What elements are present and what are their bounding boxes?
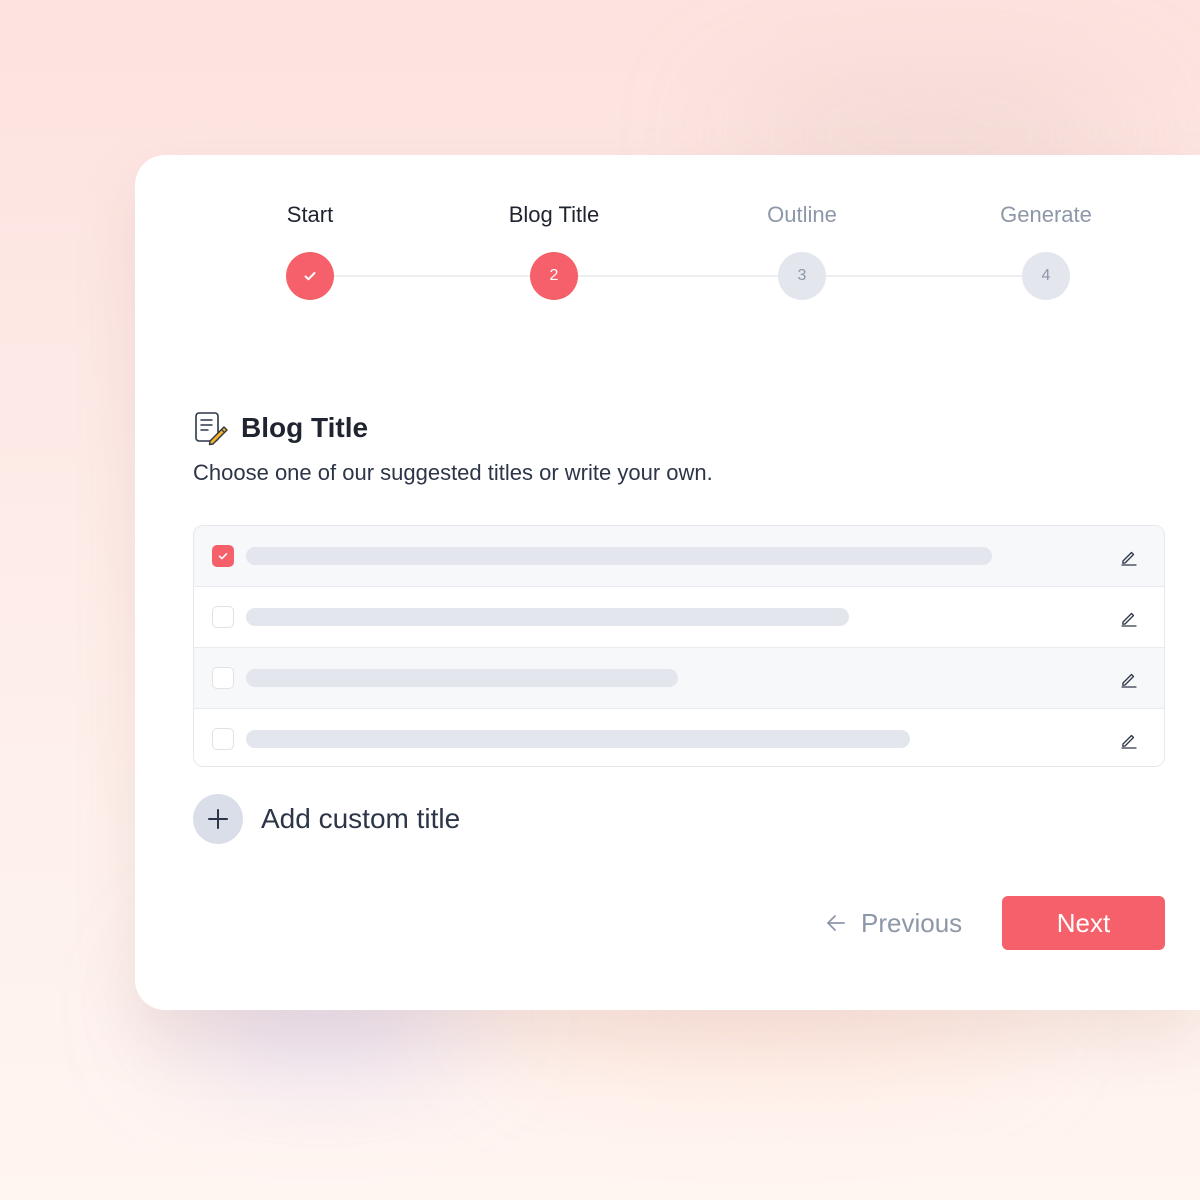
note-pencil-icon xyxy=(195,412,228,446)
edit-title-button[interactable] xyxy=(1118,729,1140,751)
step-label: Outline xyxy=(767,202,837,227)
step-marker: 4 xyxy=(1022,252,1070,300)
step-label: Generate xyxy=(1000,202,1092,227)
section-header: Blog Title xyxy=(193,410,368,446)
pencil-icon xyxy=(1121,673,1137,688)
add-custom-title-label: Add custom title xyxy=(261,803,461,834)
step-marker: 3 xyxy=(778,252,826,300)
title-option-checkbox[interactable] xyxy=(212,667,234,689)
previous-label: Previous xyxy=(861,907,963,938)
plus-icon xyxy=(208,809,228,829)
check-icon xyxy=(304,272,316,281)
edit-title-button[interactable] xyxy=(1118,607,1140,629)
edit-title-button[interactable] xyxy=(1118,546,1140,568)
title-option-checkbox[interactable] xyxy=(212,606,234,628)
title-option-row[interactable] xyxy=(194,587,1164,648)
pencil-icon xyxy=(1121,612,1137,627)
section-title: Blog Title xyxy=(241,412,369,443)
add-custom-title-button[interactable]: Add custom title xyxy=(193,794,460,844)
add-circle xyxy=(193,794,243,844)
stepper-track xyxy=(310,275,1054,277)
wizard-card: Start Blog Title 2 Outline 3 Generate 4 xyxy=(135,155,1200,1010)
title-option-checkbox[interactable] xyxy=(212,545,234,567)
title-placeholder-bar xyxy=(246,669,678,687)
step-marker xyxy=(286,252,334,300)
title-placeholder-bar xyxy=(246,547,992,565)
step-marker: 2 xyxy=(530,252,578,300)
progress-stepper: Start Blog Title 2 Outline 3 Generate 4 xyxy=(135,155,1200,305)
title-placeholder-bar xyxy=(246,608,849,626)
previous-button[interactable]: Previous xyxy=(825,896,962,950)
title-option-row[interactable] xyxy=(194,648,1164,709)
arrow-left-icon xyxy=(827,915,845,931)
title-options-list xyxy=(193,525,1165,767)
check-icon xyxy=(218,553,228,560)
title-placeholder-bar xyxy=(246,730,910,748)
title-option-row[interactable] xyxy=(194,709,1164,766)
step-label: Start xyxy=(286,202,334,227)
step-label: Blog Title xyxy=(508,202,600,227)
section-description: Choose one of our suggested titles or wr… xyxy=(193,460,713,485)
pencil-icon xyxy=(1121,734,1137,749)
title-option-checkbox[interactable] xyxy=(212,728,234,750)
next-button[interactable]: Next xyxy=(1002,896,1165,950)
edit-title-button[interactable] xyxy=(1118,668,1140,690)
title-option-row[interactable] xyxy=(194,526,1164,587)
pencil-icon xyxy=(1121,551,1137,566)
